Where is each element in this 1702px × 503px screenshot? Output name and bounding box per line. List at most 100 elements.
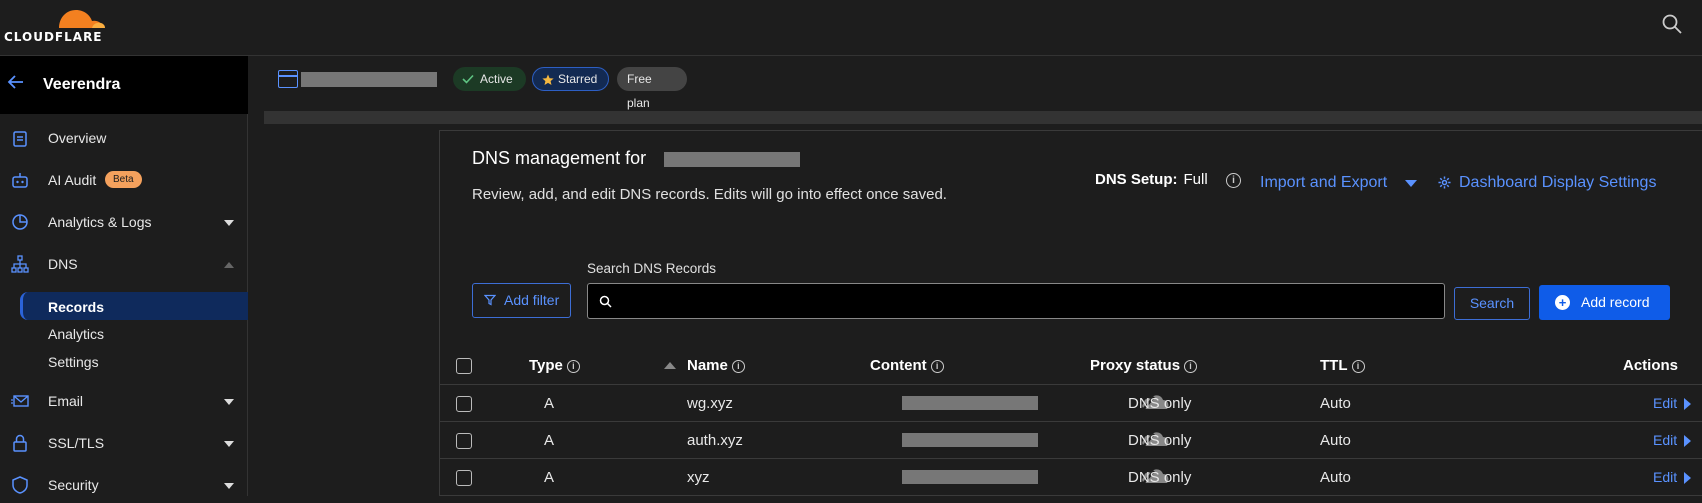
add-filter-label: Add filter <box>504 292 560 308</box>
sidebar-item-label: Email <box>48 393 84 409</box>
select-all-checkbox[interactable] <box>456 358 472 374</box>
sidebar-item-ssl-tls[interactable]: SSL/TLS <box>0 425 248 461</box>
proxy-status: DNS only <box>1128 432 1192 449</box>
record-ttl: Auto <box>1320 395 1351 412</box>
subitem-label: Analytics <box>48 326 105 342</box>
edit-button[interactable]: Edit <box>1653 432 1691 448</box>
network-icon <box>11 255 29 273</box>
chevron-down-icon <box>224 441 234 447</box>
edit-button[interactable]: Edit <box>1653 395 1691 411</box>
table-row[interactable]: A wg.xyz DNS only Auto Edit <box>440 385 1702 422</box>
sidebar-subitem-analytics[interactable]: Analytics <box>20 319 248 347</box>
starred-text: Starred <box>558 72 598 86</box>
record-content-redacted <box>902 470 1038 484</box>
row-checkbox[interactable] <box>456 433 472 449</box>
column-header-name[interactable]: Name i <box>687 357 745 374</box>
row-checkbox[interactable] <box>456 470 472 486</box>
proxy-status: DNS only <box>1128 469 1192 486</box>
robot-icon <box>12 173 28 188</box>
sidebar-item-email[interactable]: Email <box>0 383 248 419</box>
clipboard-icon <box>13 131 27 147</box>
import-export-dropdown[interactable]: Import and Export <box>1260 174 1417 192</box>
subitem-label: Records <box>48 299 105 315</box>
top-bar: CLOUDFLARE <box>0 0 1702 56</box>
logo-text: CLOUDFLARE <box>4 30 103 44</box>
beta-badge: Beta <box>105 171 142 188</box>
import-export-label: Import and Export <box>1260 174 1388 191</box>
record-ttl: Auto <box>1320 432 1351 449</box>
column-header-content[interactable]: Content i <box>870 357 944 374</box>
zone-name-redacted <box>301 72 437 87</box>
row-checkbox[interactable] <box>456 396 472 412</box>
column-header-ttl[interactable]: TTL i <box>1320 357 1365 374</box>
sidebar-item-label: Overview <box>48 130 107 146</box>
dashboard-display-settings-link[interactable]: Dashboard Display Settings <box>1438 174 1656 192</box>
caret-right-icon <box>1684 435 1691 447</box>
sidebar-subitem-records[interactable]: Records <box>20 292 248 320</box>
edit-button[interactable]: Edit <box>1653 469 1691 485</box>
dns-management-card: DNS management for Review, add, and edit… <box>439 130 1702 496</box>
column-header-proxy-status[interactable]: Proxy status i <box>1090 357 1198 374</box>
table-header: Type i Name i Content i Proxy status i TTL i … <box>440 345 1702 385</box>
sidebar-item-label: AI Audit <box>48 172 97 188</box>
check-icon <box>462 74 474 84</box>
record-content-redacted <box>902 433 1038 447</box>
search-dns-records-field[interactable] <box>587 283 1445 319</box>
dns-setup-value: Full <box>1183 171 1208 188</box>
sidebar: Veerendra Overview AI Audit Beta Analyti… <box>0 56 248 496</box>
page-description: Review, add, and edit DNS records. Edits… <box>472 186 947 203</box>
search-label: Search DNS Records <box>587 261 717 276</box>
record-content-redacted <box>902 396 1038 410</box>
info-icon[interactable]: i <box>566 360 580 373</box>
chevron-down-icon <box>224 220 234 226</box>
back-arrow-icon[interactable] <box>6 72 26 92</box>
add-record-button[interactable]: + Add record <box>1539 285 1670 320</box>
record-ttl: Auto <box>1320 469 1351 486</box>
info-icon[interactable]: i <box>1351 360 1365 373</box>
header-label: Content <box>870 357 927 374</box>
lock-icon <box>13 434 27 452</box>
status-text: Active <box>480 72 513 86</box>
info-icon[interactable]: i <box>731 360 745 373</box>
sidebar-subitem-settings[interactable]: Settings <box>20 347 248 375</box>
sidebar-item-label: Security <box>48 477 99 493</box>
subitem-label: Settings <box>48 354 99 370</box>
pie-chart-icon <box>12 214 28 230</box>
header-label: Type <box>529 357 563 374</box>
search-input[interactable] <box>620 286 1430 316</box>
chevron-down-icon <box>224 483 234 489</box>
sidebar-item-dns[interactable]: DNS <box>0 246 248 282</box>
cloudflare-logo[interactable]: CLOUDFLARE <box>4 4 114 44</box>
section-divider <box>264 111 1702 124</box>
starred-badge[interactable]: Starred <box>532 67 609 91</box>
sidebar-item-analytics-logs[interactable]: Analytics & Logs <box>0 204 248 240</box>
record-type: A <box>544 432 555 449</box>
search-icon <box>599 295 612 308</box>
sidebar-item-security[interactable]: Security <box>0 467 248 503</box>
info-icon[interactable]: i <box>1226 173 1241 188</box>
header-label: Proxy status <box>1090 357 1181 374</box>
sort-ascending-icon[interactable] <box>664 362 676 369</box>
record-name: xyz <box>687 469 710 486</box>
info-icon[interactable]: i <box>930 360 944 373</box>
domain-name-redacted <box>664 152 800 167</box>
sidebar-item-overview[interactable]: Overview <box>0 120 248 156</box>
table-row[interactable]: A xyz DNS only Auto Edit <box>440 459 1702 496</box>
search-icon[interactable] <box>1660 12 1684 36</box>
edit-label: Edit <box>1653 469 1678 485</box>
chevron-down-icon <box>224 399 234 405</box>
chevron-up-icon <box>224 262 234 268</box>
info-icon[interactable]: i <box>1184 360 1198 373</box>
record-type: A <box>544 469 555 486</box>
plan-badge: Free plan <box>617 67 687 110</box>
add-filter-button[interactable]: Add filter <box>472 283 571 318</box>
column-header-type[interactable]: Type i <box>529 357 580 374</box>
account-name: Veerendra <box>43 76 121 93</box>
sidebar-item-label: SSL/TLS <box>48 435 105 451</box>
sidebar-item-label: DNS <box>48 256 78 272</box>
search-button[interactable]: Search <box>1454 287 1530 320</box>
record-type: A <box>544 395 555 412</box>
table-row[interactable]: A auth.xyz DNS only Auto Edit <box>440 422 1702 459</box>
sidebar-item-ai-audit[interactable]: AI Audit Beta <box>0 162 248 198</box>
caret-right-icon <box>1684 472 1691 484</box>
